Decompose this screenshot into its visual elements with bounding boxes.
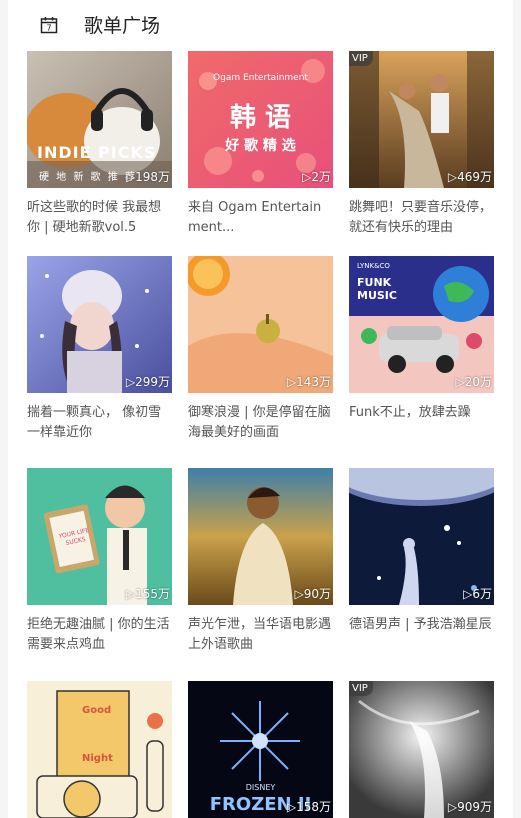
- playlist-cover[interactable]: ▷6万: [349, 468, 494, 605]
- cover-brand: DISNEY: [245, 783, 276, 792]
- play-count: ▷299万: [125, 375, 170, 389]
- playlist-cover[interactable]: VIP ▷469万: [349, 51, 494, 188]
- playlist-square-panel: 7 歌单广场 INDIE PICKS 硬 地 新 歌 推 荐 ▷198万 听这些…: [8, 0, 513, 818]
- playlist-cover[interactable]: Ogam Entertainment 韩 语 好 歌 精 选 ▷2万: [188, 51, 333, 188]
- play-count: ▷2万: [302, 170, 331, 184]
- vip-badge: VIP: [349, 51, 373, 66]
- playlist-cover[interactable]: YOUR LIFE SUCKS ▷155万: [27, 468, 172, 605]
- playlist-cover[interactable]: ▷90万: [188, 468, 333, 605]
- playlist-cover[interactable]: Good Night: [27, 681, 172, 818]
- playlist-title[interactable]: 来自 Ogam Entertainment...: [188, 198, 333, 238]
- cover-title: 韩 语: [229, 103, 292, 133]
- playlist-title[interactable]: 听这些歌的时候 我最想你 | 硬地新歌vol.5: [27, 198, 172, 238]
- play-count: ▷158万: [286, 800, 331, 814]
- cover-title: INDIE PICKS: [37, 143, 157, 162]
- playlist-title[interactable]: 揣着一颗真心， 像初雪一样靠近你: [27, 403, 172, 443]
- playlist-cover[interactable]: DISNEY FROZEN II ▷158万: [188, 681, 333, 818]
- playlist-title[interactable]: 拒绝无趣油腻 | 你的生活需要来点鸡血: [27, 615, 172, 655]
- playlist-cover[interactable]: ▷143万: [188, 256, 333, 393]
- play-count: ▷90万: [294, 587, 331, 601]
- vip-badge: VIP: [349, 681, 373, 696]
- playlist-title[interactable]: 德语男声 | 予我浩瀚星辰: [349, 615, 494, 635]
- play-count: ▷198万: [125, 170, 170, 184]
- cover-title: FUNK MUSIC: [357, 276, 397, 302]
- playlist-cover[interactable]: LYNK&CO FUNK MUSIC ▷20万: [349, 256, 494, 393]
- cover-brand: Ogam Entertainment: [213, 73, 308, 83]
- page-title: 歌单广场: [84, 15, 161, 37]
- cover-subtitle: 好 歌 精 选: [225, 138, 296, 154]
- playlist-title[interactable]: Funk不止，放肆去躁: [349, 403, 494, 423]
- section-header: 7 歌单广场: [8, 0, 513, 48]
- play-count: ▷469万: [447, 170, 492, 184]
- play-count: ▷155万: [125, 587, 170, 601]
- play-count: ▷143万: [286, 375, 331, 389]
- play-count: ▷909万: [447, 800, 492, 814]
- playlist-cover[interactable]: ▷299万: [27, 256, 172, 393]
- playlist-title[interactable]: 跳舞吧！只要音乐没停，就还有快乐的理由: [349, 198, 494, 238]
- cover-subtitle: Night: [82, 753, 113, 764]
- play-count: ▷6万: [463, 587, 492, 601]
- calendar-icon: 7: [40, 17, 58, 34]
- playlist-cover[interactable]: INDIE PICKS 硬 地 新 歌 推 荐 ▷198万: [27, 51, 172, 188]
- playlist-title[interactable]: 御寒浪漫 | 你是停留在脑海最美好的画面: [188, 403, 333, 443]
- cover-subtitle: 硬 地 新 歌 推 荐: [39, 172, 137, 183]
- play-count: ▷20万: [455, 375, 492, 389]
- cover-brand: LYNK&CO: [357, 262, 390, 270]
- svg-text:7: 7: [46, 24, 51, 33]
- cover-title: Good: [82, 705, 112, 716]
- playlist-title[interactable]: 声光乍泄，当华语电影遇上外语歌曲: [188, 615, 333, 655]
- playlist-cover[interactable]: VIP ▷909万: [349, 681, 494, 818]
